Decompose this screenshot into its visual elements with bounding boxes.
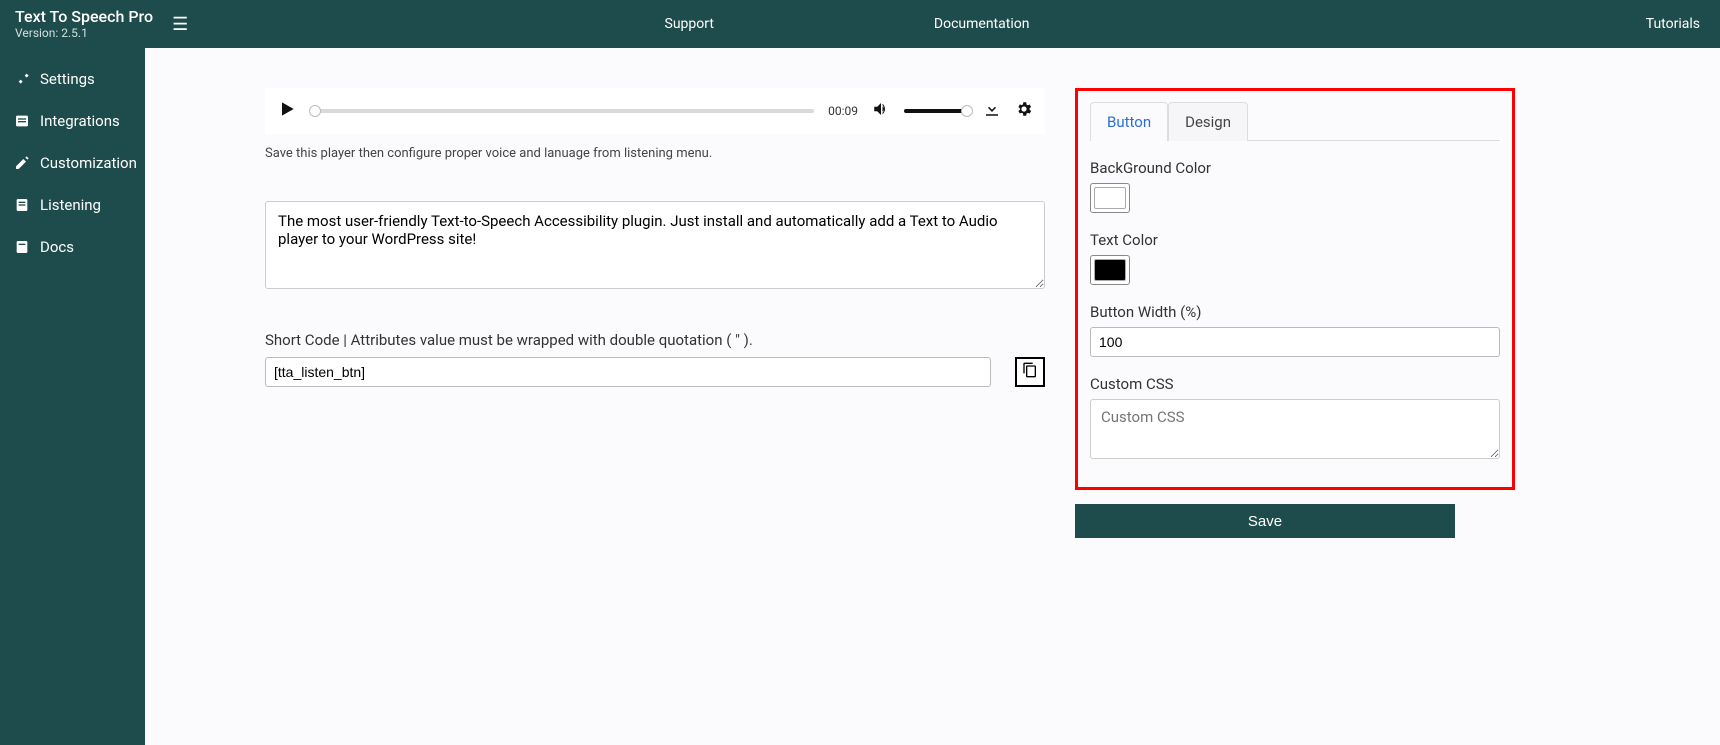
- left-column: 00:09 Save this player then configure pr…: [265, 88, 1045, 387]
- custom-css-input[interactable]: [1090, 399, 1500, 459]
- top-nav: Support Documentation Tutorials: [188, 16, 1720, 32]
- shortcode-input[interactable]: [265, 357, 991, 387]
- width-label: Button Width (%): [1090, 303, 1500, 321]
- menu-toggle-icon[interactable]: ☰: [172, 14, 188, 35]
- design-panel: Button Design BackGround Color Text Colo…: [1075, 88, 1515, 490]
- gear-icon[interactable]: [1015, 100, 1033, 122]
- nav-tutorials[interactable]: Tutorials: [1646, 16, 1700, 32]
- text-color-swatch: [1094, 259, 1126, 281]
- css-label: Custom CSS: [1090, 375, 1500, 393]
- sidebar: Settings Integrations Customization List…: [0, 48, 145, 745]
- wrench-icon: [14, 71, 30, 87]
- volume-icon[interactable]: [872, 100, 890, 122]
- sidebar-item-settings[interactable]: Settings: [0, 58, 145, 100]
- seek-track[interactable]: [311, 109, 814, 113]
- panel-tabs: Button Design: [1090, 101, 1500, 141]
- bg-color-swatch: [1094, 187, 1126, 209]
- tab-design[interactable]: Design: [1168, 102, 1248, 141]
- width-input[interactable]: [1090, 327, 1500, 357]
- top-bar: Text To Speech Pro Version: 2.5.1 ☰ Supp…: [0, 0, 1720, 48]
- sidebar-item-docs[interactable]: Docs: [0, 226, 145, 268]
- right-column: Button Design BackGround Color Text Colo…: [1075, 88, 1515, 538]
- list-icon: [14, 113, 30, 129]
- sidebar-item-label: Listening: [40, 196, 101, 214]
- sidebar-item-label: Customization: [40, 154, 137, 172]
- nav-support[interactable]: Support: [665, 16, 714, 32]
- volume-track[interactable]: [904, 109, 969, 113]
- sidebar-item-customization[interactable]: Customization: [0, 142, 145, 184]
- sidebar-item-listening[interactable]: Listening: [0, 184, 145, 226]
- bg-color-picker[interactable]: [1090, 183, 1130, 213]
- text-color-picker[interactable]: [1090, 255, 1130, 285]
- download-icon[interactable]: [983, 100, 1001, 122]
- tts-text-input[interactable]: [265, 201, 1045, 289]
- seek-thumb[interactable]: [309, 105, 321, 117]
- sidebar-item-label: Settings: [40, 70, 95, 88]
- app-title: Text To Speech Pro: [15, 7, 153, 26]
- nav-documentation[interactable]: Documentation: [934, 16, 1030, 32]
- edit-icon: [14, 155, 30, 171]
- player-hint: Save this player then configure proper v…: [265, 146, 1045, 161]
- save-button[interactable]: Save: [1075, 504, 1455, 538]
- copy-button[interactable]: [1015, 357, 1045, 387]
- time-display: 00:09: [828, 104, 858, 118]
- sidebar-item-label: Docs: [40, 238, 74, 256]
- main-content: 00:09 Save this player then configure pr…: [145, 0, 1720, 578]
- sidebar-item-label: Integrations: [40, 112, 120, 130]
- text-color-label: Text Color: [1090, 231, 1500, 249]
- copy-icon: [1022, 362, 1038, 382]
- play-icon[interactable]: [277, 99, 297, 123]
- audio-icon: [14, 197, 30, 213]
- tab-button[interactable]: Button: [1090, 102, 1168, 141]
- book-icon: [14, 239, 30, 255]
- shortcode-label: Short Code | Attributes value must be wr…: [265, 331, 1045, 349]
- brand-block: Text To Speech Pro Version: 2.5.1: [0, 1, 168, 47]
- audio-player: 00:09: [265, 88, 1045, 134]
- app-version: Version: 2.5.1: [15, 26, 153, 40]
- sidebar-item-integrations[interactable]: Integrations: [0, 100, 145, 142]
- volume-thumb[interactable]: [961, 105, 973, 117]
- bg-color-label: BackGround Color: [1090, 159, 1500, 177]
